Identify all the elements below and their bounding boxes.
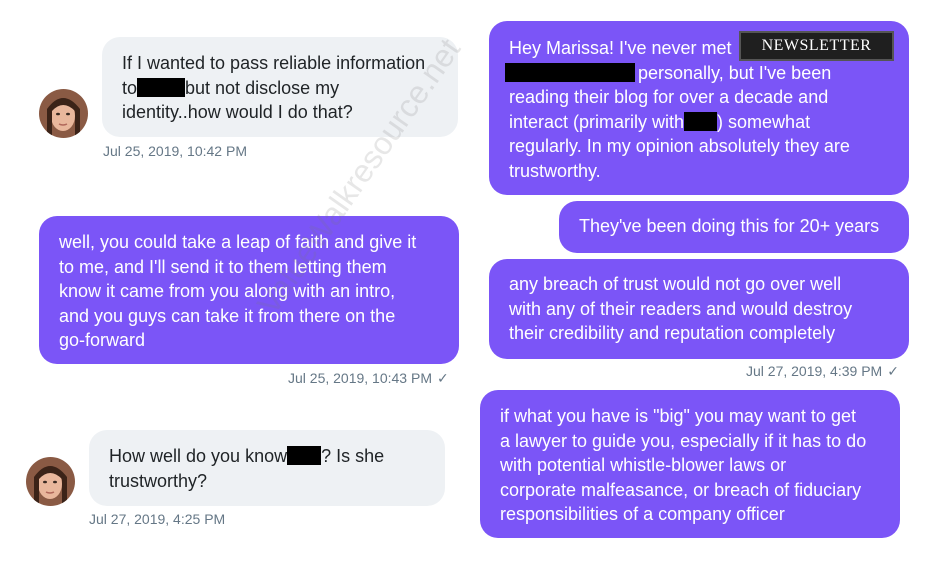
redaction-box — [137, 77, 186, 97]
redaction-box — [287, 446, 322, 465]
message-timestamp: Jul 25, 2019, 10:43 PM ✓ — [288, 370, 449, 386]
message-bubble-outgoing[interactable]: any breach of trust would not go over we… — [489, 259, 909, 359]
message-text: If I wanted to pass reliable information — [122, 53, 426, 73]
message-text: regularly. In my opinion absolutely they… — [509, 136, 850, 156]
message-text: a lawyer to guide you, especially if it … — [500, 430, 867, 451]
message-text: well, you could take a leap of faith and… — [59, 232, 417, 252]
message-timestamp: Jul 27, 2019, 4:25 PM — [89, 511, 226, 527]
check-icon: ✓ — [887, 363, 899, 379]
message-text: trustworthy? — [109, 470, 208, 491]
message-text: know it came from you along with an intr… — [59, 281, 396, 301]
redaction-box — [505, 62, 635, 82]
message-bubble-incoming[interactable]: If I wanted to pass reliable information… — [102, 37, 458, 137]
redaction-box — [684, 111, 718, 131]
message-bubble-outgoing[interactable]: They've been doing this for 20+ years — [559, 201, 909, 253]
message-text: go-forward — [59, 330, 146, 350]
message-timestamp: Jul 27, 2019, 4:39 PM ✓ — [746, 363, 899, 379]
check-icon: ✓ — [437, 370, 449, 386]
message-timestamp: Jul 25, 2019, 10:42 PM — [103, 143, 247, 159]
message-text: responsibilities of a company officer — [500, 504, 785, 524]
message-text: with potential whistle-blower laws or — [500, 455, 787, 475]
message-text: identity..how would I do that? — [122, 102, 353, 122]
message-text: to me, and I'll send it to them letting … — [59, 256, 387, 277]
message-text: with any of their readers and would dest… — [509, 298, 853, 319]
message-bubble[interactable]: well, you could take a leap of faith and… — [39, 216, 459, 364]
message-text: reading their blog for over a decade and — [509, 87, 829, 107]
avatar[interactable] — [26, 457, 75, 506]
message-text: personally, but I've been — [505, 61, 909, 86]
message-text: their credibility and reputation complet… — [509, 323, 836, 343]
message-text: interact (primarily with) somewhat — [509, 111, 811, 132]
message-text: trustworthy. — [509, 160, 601, 181]
avatar[interactable] — [39, 89, 88, 138]
message-text: corporate malfeasance, or breach of fidu… — [500, 479, 862, 500]
message-bubble-incoming[interactable]: How well do you know? Is she trustworthy… — [89, 430, 445, 506]
message-text: any breach of trust would not go over we… — [509, 274, 842, 294]
message-text: and you guys can take it from there on t… — [59, 305, 396, 326]
newsletter-label: NEWSLETTER — [739, 31, 894, 61]
message-text: to but not disclose my — [122, 77, 340, 98]
message-bubble-outgoing[interactable]: if what you have is "big" you may want t… — [480, 390, 900, 538]
message-text: They've been doing this for 20+ years — [579, 216, 880, 236]
message-text: if what you have is "big" you may want t… — [500, 406, 856, 426]
message-text: How well do you know? Is she — [109, 446, 385, 466]
